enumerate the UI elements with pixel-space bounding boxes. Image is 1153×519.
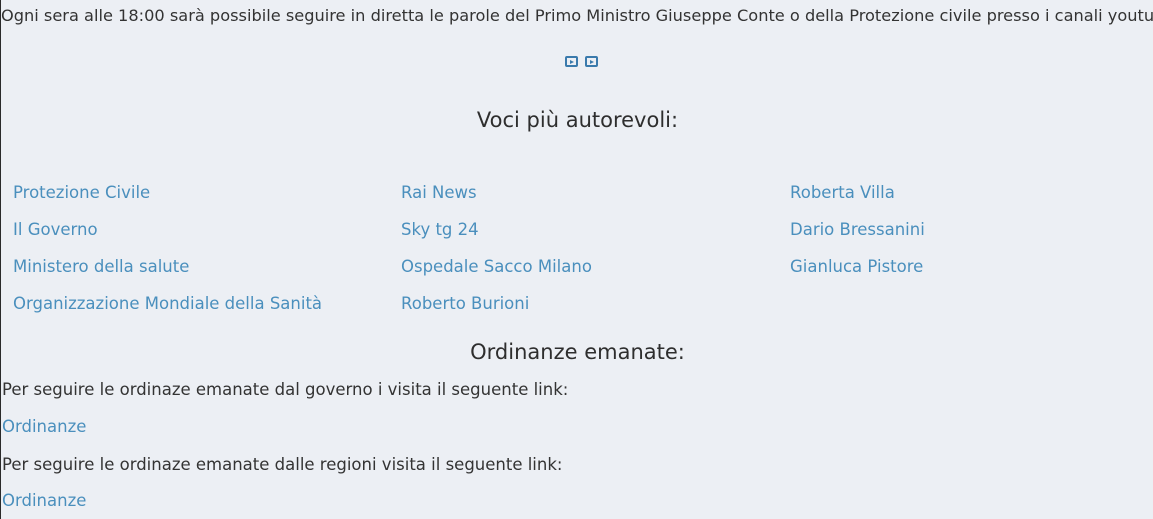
link-ospedale-sacco[interactable]: Ospedale Sacco Milano [401, 256, 592, 293]
link-protezione-civile[interactable]: Protezione Civile [13, 182, 322, 219]
link-roberto-burioni[interactable]: Roberto Burioni [401, 293, 592, 330]
governo-text: Per seguire le ordinaze emanate dal gove… [2, 380, 569, 399]
link-ministero-salute[interactable]: Ministero della salute [13, 256, 322, 293]
link-oms[interactable]: Organizzazione Mondiale della Sanità [13, 293, 322, 330]
link-roberta-villa[interactable]: Roberta Villa [790, 182, 925, 219]
voci-column-3: Roberta Villa Dario Bressanini Gianluca … [790, 182, 925, 293]
intro-text: Ogni sera alle 18:00 sarà possibile segu… [1, 6, 1153, 25]
link-il-governo[interactable]: Il Governo [13, 219, 322, 256]
youtube-links [565, 56, 598, 67]
link-sky-tg24[interactable]: Sky tg 24 [401, 219, 592, 256]
link-gianluca-pistore[interactable]: Gianluca Pistore [790, 256, 925, 293]
voci-column-1: Protezione Civile Il Governo Ministero d… [13, 182, 322, 330]
voci-heading: Voci più autorevoli: [476, 108, 679, 132]
ordinanze-governo-link[interactable]: Ordinanze [2, 417, 86, 436]
link-rai-news[interactable]: Rai News [401, 182, 592, 219]
youtube-icon[interactable] [565, 56, 578, 67]
ordinanze-heading: Ordinanze emanate: [470, 340, 685, 364]
youtube-icon[interactable] [585, 56, 598, 67]
link-dario-bressanini[interactable]: Dario Bressanini [790, 219, 925, 256]
voci-column-2: Rai News Sky tg 24 Ospedale Sacco Milano… [401, 182, 592, 330]
regioni-text: Per seguire le ordinaze emanate dalle re… [2, 455, 563, 474]
ordinanze-regioni-link[interactable]: Ordinanze [2, 491, 86, 510]
